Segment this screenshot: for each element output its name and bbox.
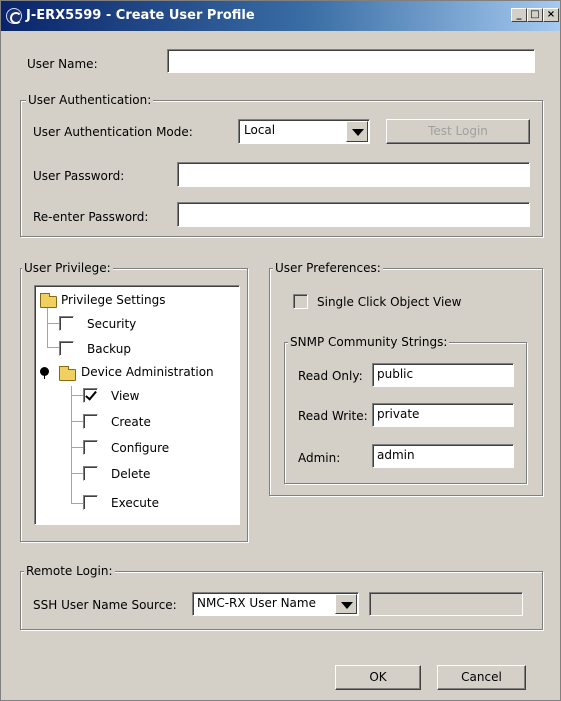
tree-item-device-administration[interactable]: Device Administration bbox=[81, 365, 214, 379]
single-click-object-view-checkbox[interactable] bbox=[293, 294, 308, 309]
create-checkbox[interactable] bbox=[83, 414, 98, 429]
tree-item-backup[interactable]: Backup bbox=[87, 342, 131, 356]
window-title: J-ERX5599 - Create User Profile bbox=[26, 8, 255, 23]
configure-checkbox[interactable] bbox=[83, 440, 98, 455]
ssh-user-name-source-dropdown[interactable]: NMC-RX User Name bbox=[192, 592, 359, 616]
device-administration-folder-icon bbox=[59, 366, 76, 381]
privilege-tree[interactable]: Privilege Settings Security Backup Devic… bbox=[34, 285, 240, 525]
view-checkbox[interactable] bbox=[83, 388, 98, 403]
minimize-button[interactable]: _ bbox=[511, 8, 527, 22]
read-write-input[interactable]: private bbox=[372, 403, 514, 427]
read-only-input[interactable]: public bbox=[372, 363, 514, 387]
read-write-label: Read Write: bbox=[298, 409, 368, 423]
ssh-user-name-source-value: NMC-RX User Name bbox=[197, 596, 316, 610]
user-authentication-legend: User Authentication: bbox=[26, 93, 154, 107]
tree-item-delete[interactable]: Delete bbox=[111, 467, 150, 481]
reenter-password-label: Re-enter Password: bbox=[33, 210, 149, 224]
user-name-label: User Name: bbox=[27, 57, 98, 71]
tree-item-execute[interactable]: Execute bbox=[111, 496, 159, 510]
create-user-profile-window: J-ERX5599 - Create User Profile _ □ × Us… bbox=[0, 0, 561, 701]
close-button[interactable]: × bbox=[543, 8, 559, 22]
execute-checkbox[interactable] bbox=[83, 495, 98, 510]
privilege-settings-folder-icon bbox=[40, 293, 57, 308]
snmp-community-strings-legend: SNMP Community Strings: bbox=[288, 335, 450, 349]
test-login-button[interactable]: Test Login bbox=[386, 119, 530, 144]
dropdown-arrow-icon[interactable] bbox=[346, 121, 368, 142]
ssh-user-name-source-label: SSH User Name Source: bbox=[33, 598, 177, 612]
user-privilege-legend: User Privilege: bbox=[22, 261, 113, 275]
expand-toggle-icon[interactable] bbox=[40, 367, 49, 379]
maximize-button[interactable]: □ bbox=[527, 8, 543, 22]
backup-checkbox[interactable] bbox=[59, 341, 74, 356]
user-name-input[interactable] bbox=[167, 49, 535, 73]
tree-item-security[interactable]: Security bbox=[87, 317, 136, 331]
admin-label: Admin: bbox=[298, 451, 341, 465]
auth-mode-dropdown[interactable]: Local bbox=[238, 119, 370, 144]
tree-item-view[interactable]: View bbox=[111, 389, 139, 403]
app-logo-icon bbox=[6, 8, 22, 24]
user-preferences-legend: User Preferences: bbox=[273, 261, 383, 275]
delete-checkbox[interactable] bbox=[83, 466, 98, 481]
security-checkbox[interactable] bbox=[59, 316, 74, 331]
auth-mode-label: User Authentication Mode: bbox=[33, 125, 193, 139]
reenter-password-input[interactable] bbox=[177, 202, 530, 227]
remote-login-legend: Remote Login: bbox=[24, 564, 115, 578]
dropdown-arrow-icon[interactable] bbox=[335, 594, 357, 614]
title-bar[interactable]: J-ERX5599 - Create User Profile _ □ × bbox=[1, 1, 560, 31]
tree-item-privilege-settings[interactable]: Privilege Settings bbox=[61, 293, 165, 307]
admin-input[interactable]: admin bbox=[372, 444, 514, 468]
ok-button[interactable]: OK bbox=[335, 665, 421, 690]
auth-mode-value: Local bbox=[244, 123, 276, 137]
ssh-user-name-field[interactable] bbox=[369, 592, 523, 616]
single-click-object-view-label[interactable]: Single Click Object View bbox=[317, 295, 462, 309]
tree-item-configure[interactable]: Configure bbox=[111, 441, 169, 455]
user-password-input[interactable] bbox=[177, 162, 530, 187]
user-password-label: User Password: bbox=[33, 169, 125, 183]
cancel-button[interactable]: Cancel bbox=[437, 665, 526, 690]
tree-item-create[interactable]: Create bbox=[111, 415, 151, 429]
read-only-label: Read Only: bbox=[298, 369, 363, 383]
